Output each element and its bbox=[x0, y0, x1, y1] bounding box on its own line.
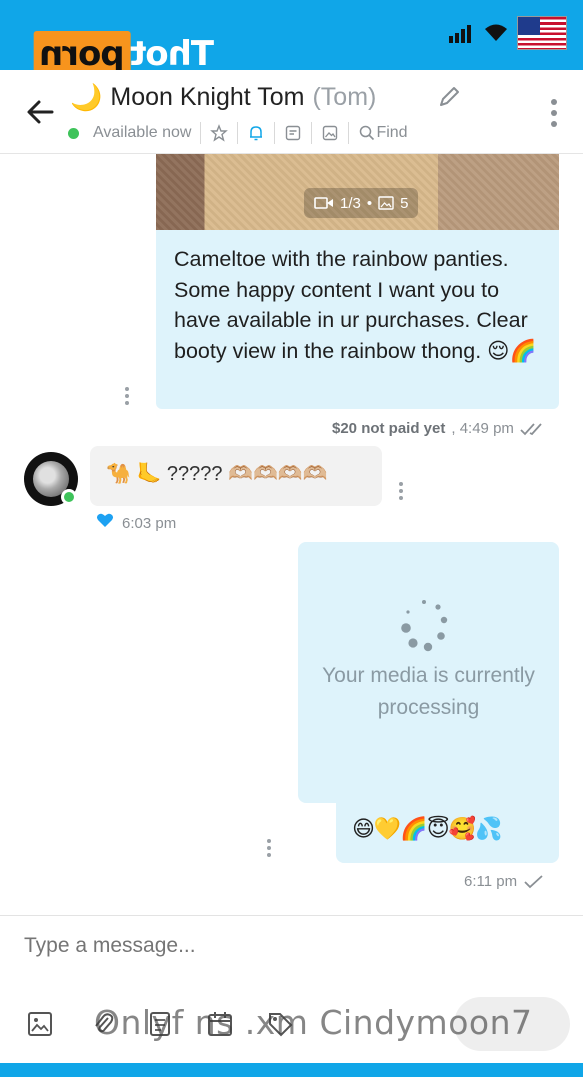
emoji-message: 😄💛🌈😇🥰💦 bbox=[352, 816, 502, 841]
media-counter: 1/3 bbox=[340, 194, 361, 212]
contact-title[interactable]: 🌙 Moon Knight Tom (Tom) bbox=[70, 82, 376, 113]
price-status: $20 not paid yet bbox=[332, 420, 446, 437]
avatar-online-dot bbox=[61, 489, 77, 505]
video-icon bbox=[314, 197, 333, 209]
message-time: 6:03 pm bbox=[122, 515, 177, 532]
online-dot bbox=[68, 127, 79, 139]
message-meta: 6:03 pm bbox=[122, 515, 176, 532]
message-meta: 6:11 pm bbox=[464, 873, 545, 890]
message-options-icon[interactable] bbox=[124, 386, 130, 406]
chat-header: 🌙 Moon Knight Tom (Tom) Available now Fi… bbox=[0, 70, 583, 154]
logo-part-white: Thot bbox=[130, 34, 214, 74]
bell-icon[interactable] bbox=[247, 124, 265, 142]
onlyfans-watermark: Onlyf ns .xm Cindymoon7 bbox=[94, 1003, 533, 1042]
loading-spinner-icon bbox=[401, 600, 448, 652]
media-count-badge: 1/3 • 5 bbox=[304, 188, 419, 218]
incoming-message-bubble[interactable]: 🐪 🦶 ????? 🫶🏼🫶🏼🫶🏼🫶🏼 bbox=[90, 446, 382, 506]
wifi-icon bbox=[485, 24, 507, 41]
search-icon[interactable] bbox=[358, 124, 376, 142]
photo-count: 5 bbox=[400, 194, 409, 212]
check-icon bbox=[524, 874, 543, 888]
header-subrow: Available now Find bbox=[68, 122, 408, 144]
message-options-icon[interactable] bbox=[266, 838, 272, 858]
message-meta: $20 not paid yet , 4:49 pm bbox=[332, 420, 546, 437]
contact-alias: (Tom) bbox=[312, 83, 377, 111]
message-options-icon[interactable] bbox=[398, 481, 404, 501]
processing-text: Your media is currently processing bbox=[322, 664, 535, 719]
sticky-note-icon[interactable] bbox=[284, 124, 302, 142]
more-options-icon[interactable] bbox=[549, 98, 559, 128]
system-icons bbox=[449, 16, 567, 50]
message-input[interactable] bbox=[24, 934, 544, 958]
bottom-bar bbox=[0, 1063, 583, 1077]
gallery-icon[interactable] bbox=[321, 124, 339, 142]
message-text: 🐪 🦶 ????? 🫶🏼🫶🏼🫶🏼🫶🏼 bbox=[106, 463, 328, 485]
moon-emoji: 🌙 bbox=[70, 82, 103, 112]
image-icon[interactable] bbox=[26, 1010, 54, 1038]
contact-name: Moon Knight Tom bbox=[110, 83, 305, 111]
heart-icon[interactable] bbox=[96, 512, 114, 528]
find-label[interactable]: Find bbox=[376, 124, 407, 142]
pencil-icon[interactable] bbox=[436, 84, 462, 110]
composer-divider bbox=[0, 915, 583, 916]
message-text: Cameltoe with the rainbow panties. Some … bbox=[174, 247, 537, 363]
availability-status: Available now bbox=[93, 124, 192, 141]
back-arrow-icon[interactable] bbox=[22, 94, 58, 130]
star-icon[interactable] bbox=[210, 124, 229, 142]
outgoing-message-bubble[interactable]: Cameltoe with the rainbow panties. Some … bbox=[156, 230, 559, 409]
signal-icon bbox=[449, 25, 471, 43]
photo-icon bbox=[378, 196, 394, 210]
message-time: , 4:49 pm bbox=[451, 420, 514, 437]
media-preview[interactable]: 1/3 • 5 bbox=[156, 154, 559, 230]
message-time: 6:11 pm bbox=[464, 873, 518, 890]
us-flag-icon bbox=[517, 16, 567, 50]
double-check-icon bbox=[520, 422, 542, 435]
